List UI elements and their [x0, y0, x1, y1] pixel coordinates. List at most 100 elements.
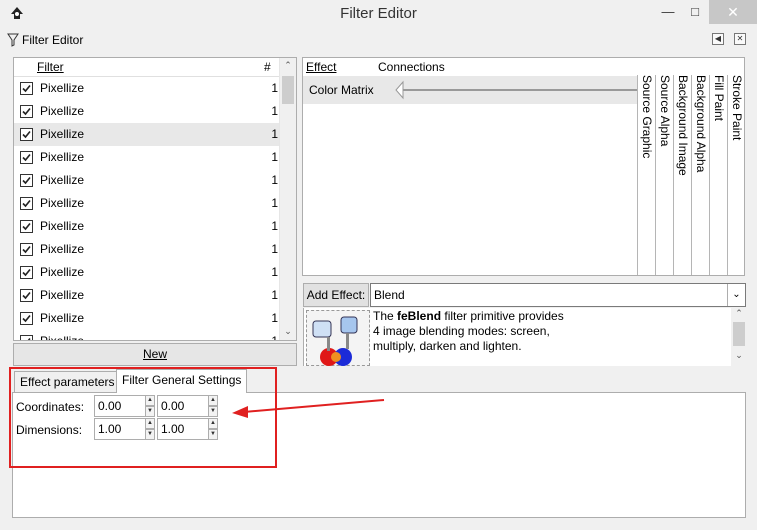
desc-scroll-thumb[interactable]: [733, 322, 745, 346]
checkmark-icon: [22, 153, 31, 162]
input-column-label: Background Image: [676, 75, 690, 176]
filter-row[interactable]: Pixellize 1: [14, 330, 279, 341]
filter-checkbox[interactable]: [20, 128, 33, 141]
checkmark-icon: [22, 268, 31, 277]
dock-close-icon[interactable]: ✕: [734, 33, 746, 45]
filter-checkbox[interactable]: [20, 151, 33, 164]
filter-count: 1: [271, 104, 278, 118]
effect-row[interactable]: Color Matrix: [303, 76, 638, 104]
filter-row[interactable]: Pixellize 1: [14, 100, 279, 123]
window-title: Filter Editor: [340, 5, 417, 22]
effect-name: Color Matrix: [309, 83, 374, 97]
filter-checkbox[interactable]: [20, 82, 33, 95]
filter-row[interactable]: Pixellize 1: [14, 261, 279, 284]
input-column[interactable]: Background Image: [673, 75, 690, 275]
checkmark-icon: [22, 130, 31, 139]
filter-list-panel: Filter # Pixellize 1 Pixellize 1 Pixellize 1 P…: [13, 57, 297, 341]
filter-label: Pixellize: [40, 311, 85, 325]
input-column[interactable]: Stroke Paint: [727, 75, 744, 275]
filter-row[interactable]: Pixellize 1: [14, 169, 279, 192]
filter-checkbox[interactable]: [20, 335, 33, 340]
input-column-label: Fill Paint: [712, 75, 726, 122]
input-column[interactable]: Background Alpha: [691, 75, 708, 275]
filter-label: Pixellize: [40, 288, 85, 302]
filter-count: 1: [271, 265, 278, 279]
connections-column-header[interactable]: Connections: [378, 58, 445, 76]
minimize-button[interactable]: —: [655, 0, 681, 24]
filter-count: 1: [271, 334, 278, 341]
filter-row[interactable]: Pixellize 1: [14, 284, 279, 307]
checkmark-icon: [22, 222, 31, 231]
checkmark-icon: [22, 176, 31, 185]
filter-row[interactable]: Pixellize 1: [14, 238, 279, 261]
filter-count: 1: [271, 311, 278, 325]
checkmark-icon: [22, 84, 31, 93]
filter-label: Pixellize: [40, 150, 85, 164]
input-column[interactable]: Source Alpha: [655, 75, 672, 275]
filter-checkbox[interactable]: [20, 174, 33, 187]
filter-count: 1: [271, 81, 278, 95]
desc-scroll-down-icon[interactable]: ⌄: [731, 350, 746, 361]
effects-header: Effect Connections: [303, 58, 744, 76]
filter-checkbox[interactable]: [20, 197, 33, 210]
filter-funnel-icon: [7, 33, 19, 47]
filter-count: 1: [271, 150, 278, 164]
annotation-arrow-icon: [232, 399, 385, 418]
dock-title: Filter Editor: [22, 33, 84, 47]
scroll-down-icon[interactable]: ⌄: [280, 326, 296, 337]
dock-collapse-icon[interactable]: ◀: [712, 33, 724, 45]
blend-illustration-icon: [306, 310, 370, 366]
effect-column-header[interactable]: Effect: [306, 58, 336, 76]
filter-rows: Pixellize 1 Pixellize 1 Pixellize 1 Pixellize 1…: [14, 77, 279, 341]
filter-label: Pixellize: [40, 173, 85, 187]
filter-count: 1: [271, 242, 278, 256]
filter-label: Pixellize: [40, 196, 85, 210]
scroll-thumb[interactable]: [282, 76, 294, 104]
effect-description-panel: The feBlend filter primitive provides 4 …: [303, 308, 746, 366]
filter-row[interactable]: Pixellize 1: [14, 215, 279, 238]
filter-checkbox[interactable]: [20, 105, 33, 118]
new-filter-button[interactable]: New: [13, 343, 297, 366]
filter-label: Pixellize: [40, 81, 85, 95]
filter-row[interactable]: Pixellize 1: [14, 192, 279, 215]
checkmark-icon: [22, 199, 31, 208]
input-column-label: Background Alpha: [694, 75, 708, 173]
maximize-button[interactable]: □: [682, 0, 708, 24]
filter-list-scrollbar[interactable]: ⌃ ⌄: [279, 58, 296, 340]
checkmark-icon: [22, 245, 31, 254]
input-column[interactable]: Fill Paint: [709, 75, 726, 275]
desc-scroll-up-icon[interactable]: ⌃: [731, 308, 746, 319]
input-column[interactable]: Source Graphic: [637, 75, 654, 275]
add-effect-button[interactable]: Add Effect:: [303, 283, 369, 307]
count-column-header[interactable]: #: [264, 58, 271, 77]
filter-checkbox[interactable]: [20, 243, 33, 256]
effect-type-value: Blend: [374, 288, 405, 302]
filter-count: 1: [271, 127, 278, 141]
filter-row[interactable]: Pixellize 1: [14, 146, 279, 169]
filter-column-header[interactable]: Filter: [37, 58, 64, 77]
filter-label: Pixellize: [40, 242, 85, 256]
filter-checkbox[interactable]: [20, 312, 33, 325]
input-columns: Source Graphic Source Alpha Background Ima…: [637, 75, 744, 275]
checkmark-icon: [27, 337, 31, 340]
filter-label: Pixellize: [40, 265, 85, 279]
input-column-label: Stroke Paint: [730, 75, 744, 141]
description-scrollbar[interactable]: ⌃ ⌄: [731, 308, 746, 366]
filter-checkbox[interactable]: [20, 220, 33, 233]
filter-checkbox[interactable]: [20, 289, 33, 302]
filter-checkbox[interactable]: [20, 266, 33, 279]
filter-list-header: Filter #: [14, 58, 279, 77]
filter-row[interactable]: Pixellize 1: [14, 307, 279, 330]
filter-row[interactable]: Pixellize 1: [14, 123, 279, 146]
filter-row[interactable]: Pixellize 1: [14, 77, 279, 100]
input-column-label: Source Graphic: [640, 75, 654, 159]
effect-type-select[interactable]: Blend ⌄: [370, 283, 746, 307]
filter-count: 1: [271, 288, 278, 302]
close-button[interactable]: ✕: [709, 0, 757, 24]
effects-panel: Effect Connections Color Matrix Source G…: [302, 57, 745, 276]
scroll-up-icon[interactable]: ⌃: [280, 60, 296, 71]
effect-description: The feBlend filter primitive provides 4 …: [373, 309, 564, 353]
filter-count: 1: [271, 219, 278, 233]
dropdown-chevron-icon[interactable]: ⌄: [727, 284, 745, 306]
filter-count: 1: [271, 173, 278, 187]
